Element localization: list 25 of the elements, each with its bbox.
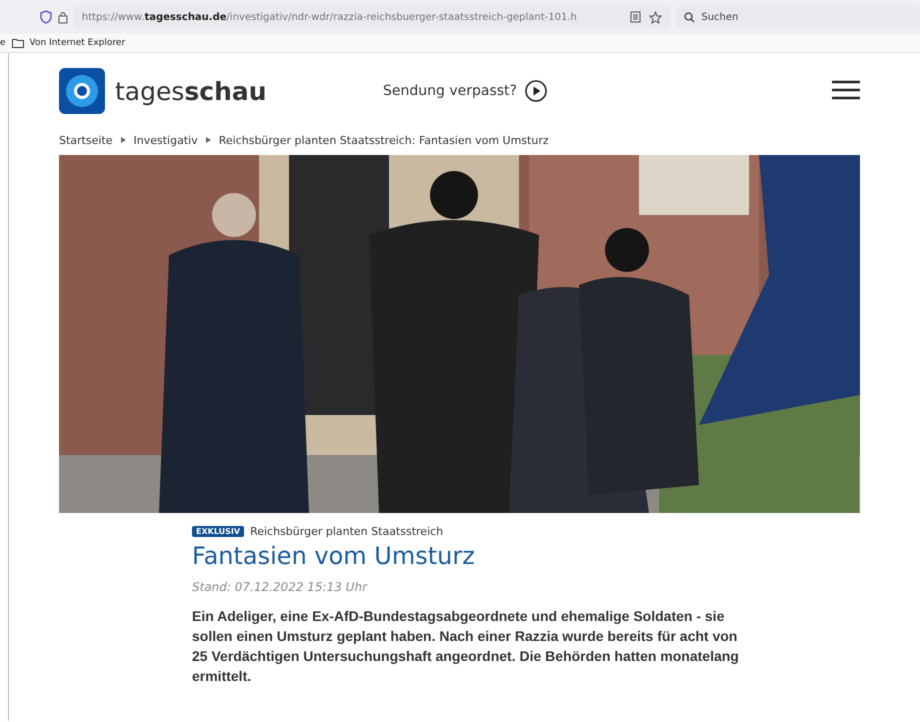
breadcrumb-link[interactable]: Reichsbürger planten Staatsstreich: Fantasien vom Umsturz — [218, 134, 549, 146]
bookmark-folder[interactable]: Von Internet Explorer — [30, 38, 126, 48]
breadcrumb-separator-icon — [120, 137, 126, 143]
address-bar[interactable]: https://www.tagesschau.de/investigativ/ndr-wdr/razzia-reichsbuerger-staatsstreich-geplant-101.h — [74, 5, 670, 29]
menu-button[interactable] — [832, 80, 860, 102]
exclusive-badge: EXKLUSIV — [192, 526, 244, 537]
star-icon[interactable] — [649, 10, 662, 24]
search-field[interactable]: Suchen — [676, 5, 920, 29]
article-date: Stand: 07.12.2022 15:13 Uhr — [192, 580, 369, 594]
reader-icon[interactable] — [630, 11, 642, 23]
missed-show-link[interactable]: Sendung verpasst? — [383, 80, 547, 102]
breadcrumb-link[interactable]: Investigativ — [134, 134, 198, 146]
logo-text[interactable]: tagesschau — [115, 76, 267, 106]
breadcrumb-link[interactable]: Startseite — [59, 134, 113, 146]
menu-icon — [832, 80, 860, 100]
lock-icon — [58, 10, 68, 24]
bookmark-link[interactable]: e — [0, 38, 6, 48]
breadcrumb-separator-icon — [206, 137, 211, 143]
search-icon — [684, 12, 696, 22]
play-icon — [524, 80, 547, 102]
folder-icon — [12, 38, 24, 48]
shield-icon — [40, 10, 52, 24]
topline: Reichsbürger planten Staatsstreich — [250, 525, 444, 538]
article-title: Fantasien vom Umsturz — [192, 542, 476, 570]
article-teaser: Ein Adeliger, eine Ex-AfD-Bundestagsabgeordnete und ehemalige Soldaten - sie sollen einen Umsturz geplant haben. Nach einer Razzia wurde bereits für acht von 25 Verdächtigen Untersuchungshaft angeordnet. Die Behörden hatten monatelang ermittelt. — [192, 607, 740, 686]
